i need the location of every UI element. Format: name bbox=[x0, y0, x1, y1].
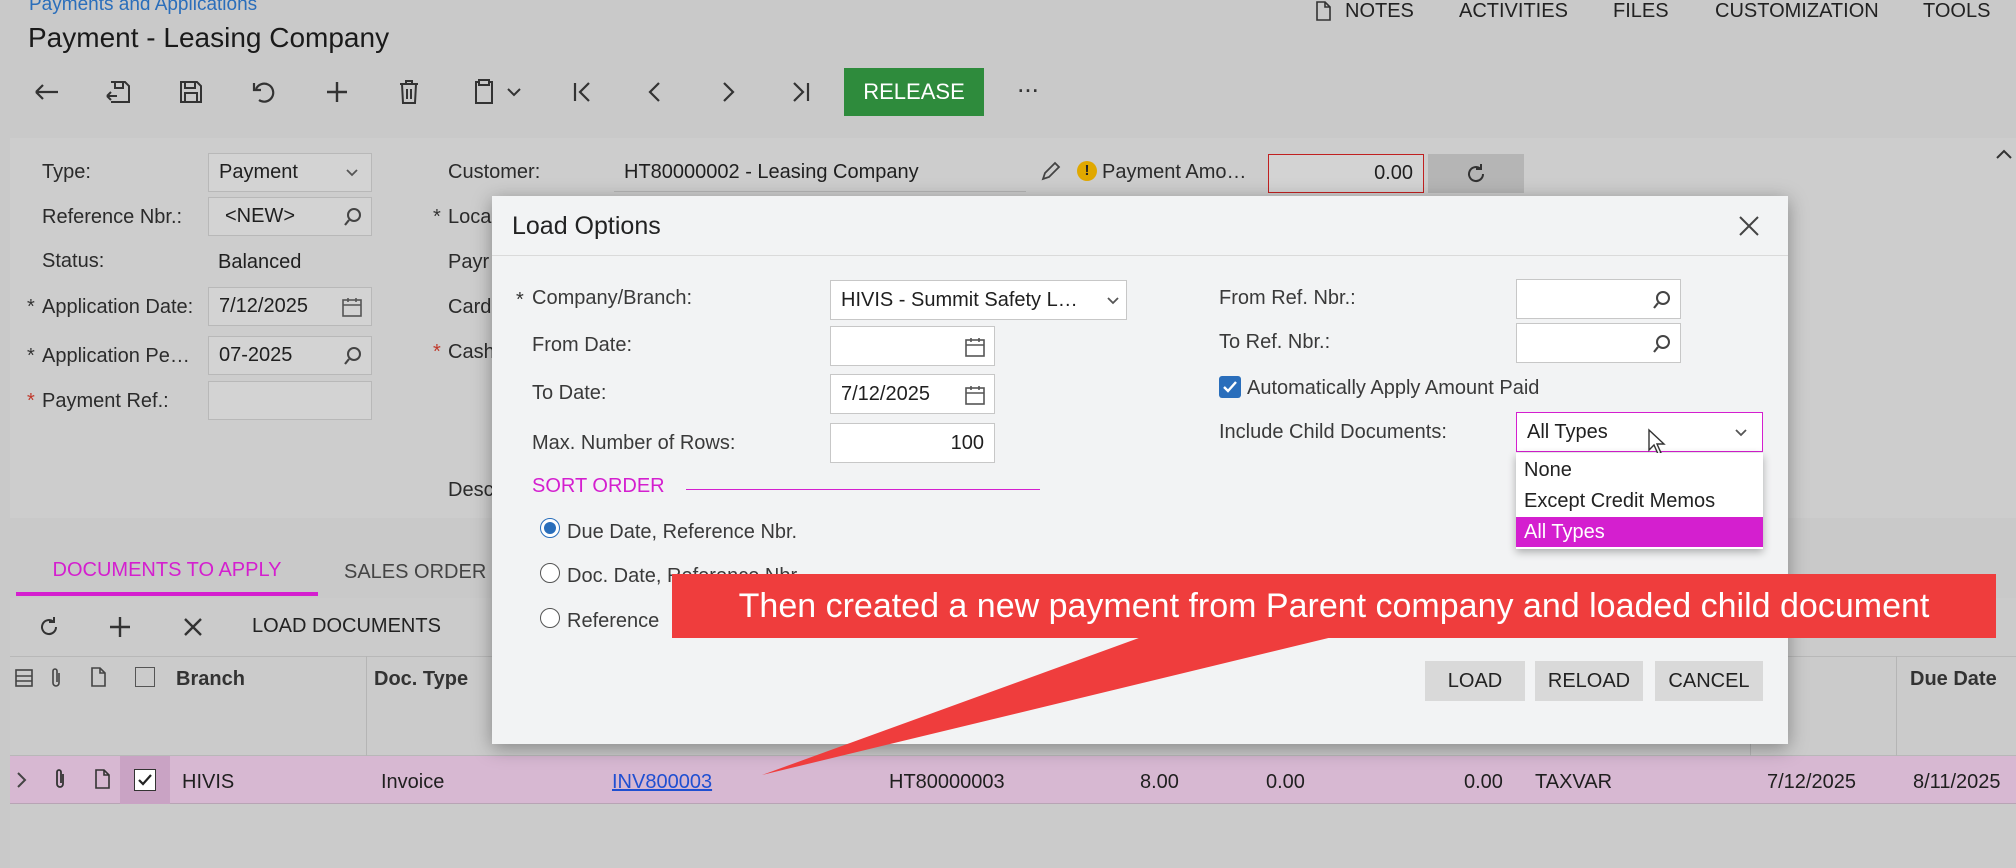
callout-text: Then created a new payment from Parent c… bbox=[738, 586, 1930, 625]
callout-pointer bbox=[762, 634, 1345, 775]
